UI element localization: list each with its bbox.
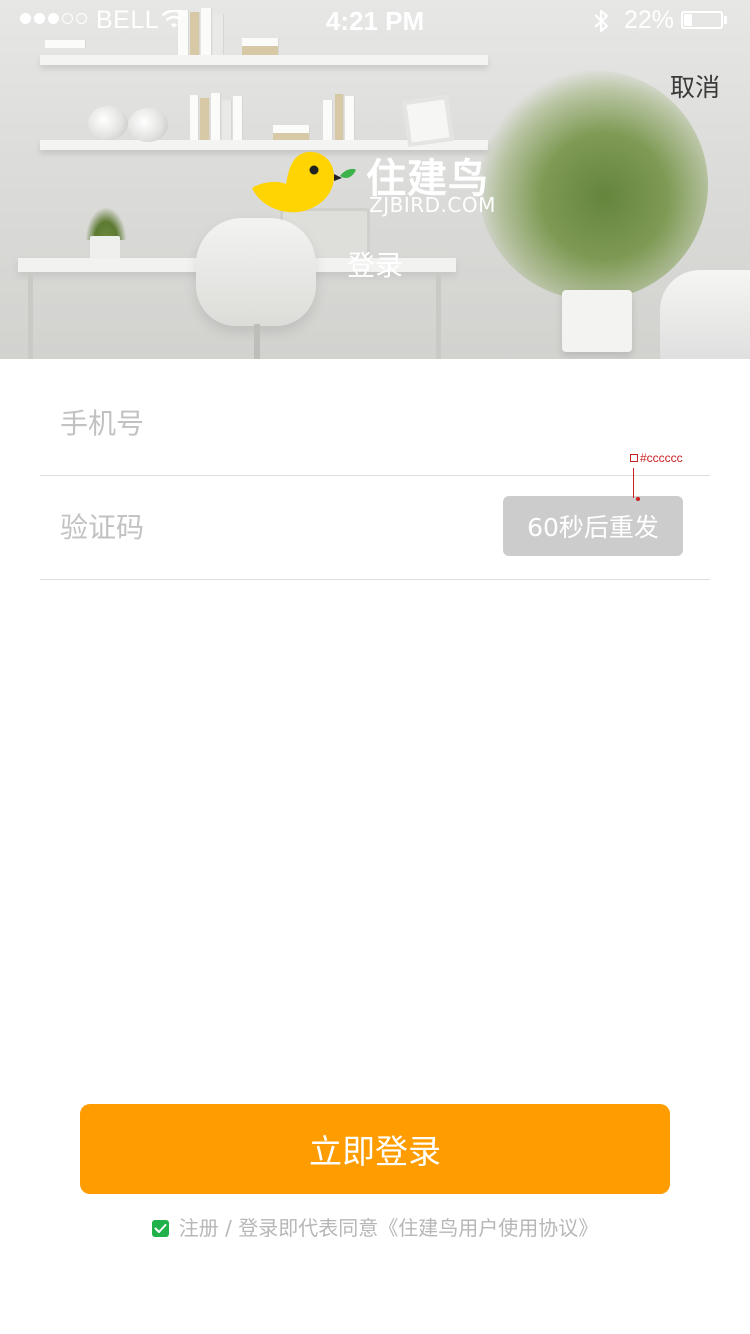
shelf [40,55,488,65]
agreement-checkbox[interactable] [151,1220,169,1237]
phone-field-row [40,372,710,476]
picture-frame [402,95,454,147]
book [335,94,343,140]
battery-icon [681,11,723,29]
bluetooth-icon [592,8,610,39]
status-bar: BELL 4:21 PM 22% [0,0,750,40]
book [233,96,242,140]
plant-pot [562,290,632,352]
check-icon [154,1224,167,1233]
code-field-row: 60秒后重发 [40,476,710,580]
battery-nub [724,16,727,24]
book [345,96,354,140]
annotation-label: #cccccc [640,451,683,465]
cancel-button[interactable]: 取消 [670,68,720,104]
battery-percent: 22% [624,6,675,34]
annotation-dot [636,497,640,501]
book [323,100,332,140]
book [273,133,309,140]
page-title: 登录 [346,249,403,282]
agreement-text[interactable]: 注册 / 登录即代表同意《住建鸟用户使用协议》 [179,1216,598,1240]
annotation-marker-icon [630,454,638,462]
book [273,125,309,133]
decor-ball [128,108,168,142]
leaf-icon [340,168,356,178]
desk-leg [28,272,33,359]
chair-stem [254,324,260,359]
color-annotation: #cccccc [630,451,683,465]
verification-code-input[interactable] [60,476,490,579]
book [211,93,220,140]
login-button[interactable]: 立即登录 [80,1104,670,1194]
brand-domain: ZJBIRD.COM [369,193,496,217]
book [190,95,198,140]
desk-leg [436,272,441,359]
annotation-line [633,468,634,498]
battery-fill [684,14,692,26]
book [222,100,231,140]
header-banner: BELL 4:21 PM 22% 取消 住建鸟 ZJBIRD.COM 登录 [0,0,750,359]
decor-ball [88,106,128,140]
phone-input[interactable] [60,372,490,475]
resend-code-button[interactable]: 60秒后重发 [503,496,683,556]
book [45,40,85,48]
book [242,46,278,55]
agreement-row: 注册 / 登录即代表同意《住建鸟用户使用协议》 [0,1212,750,1241]
book [200,98,209,140]
